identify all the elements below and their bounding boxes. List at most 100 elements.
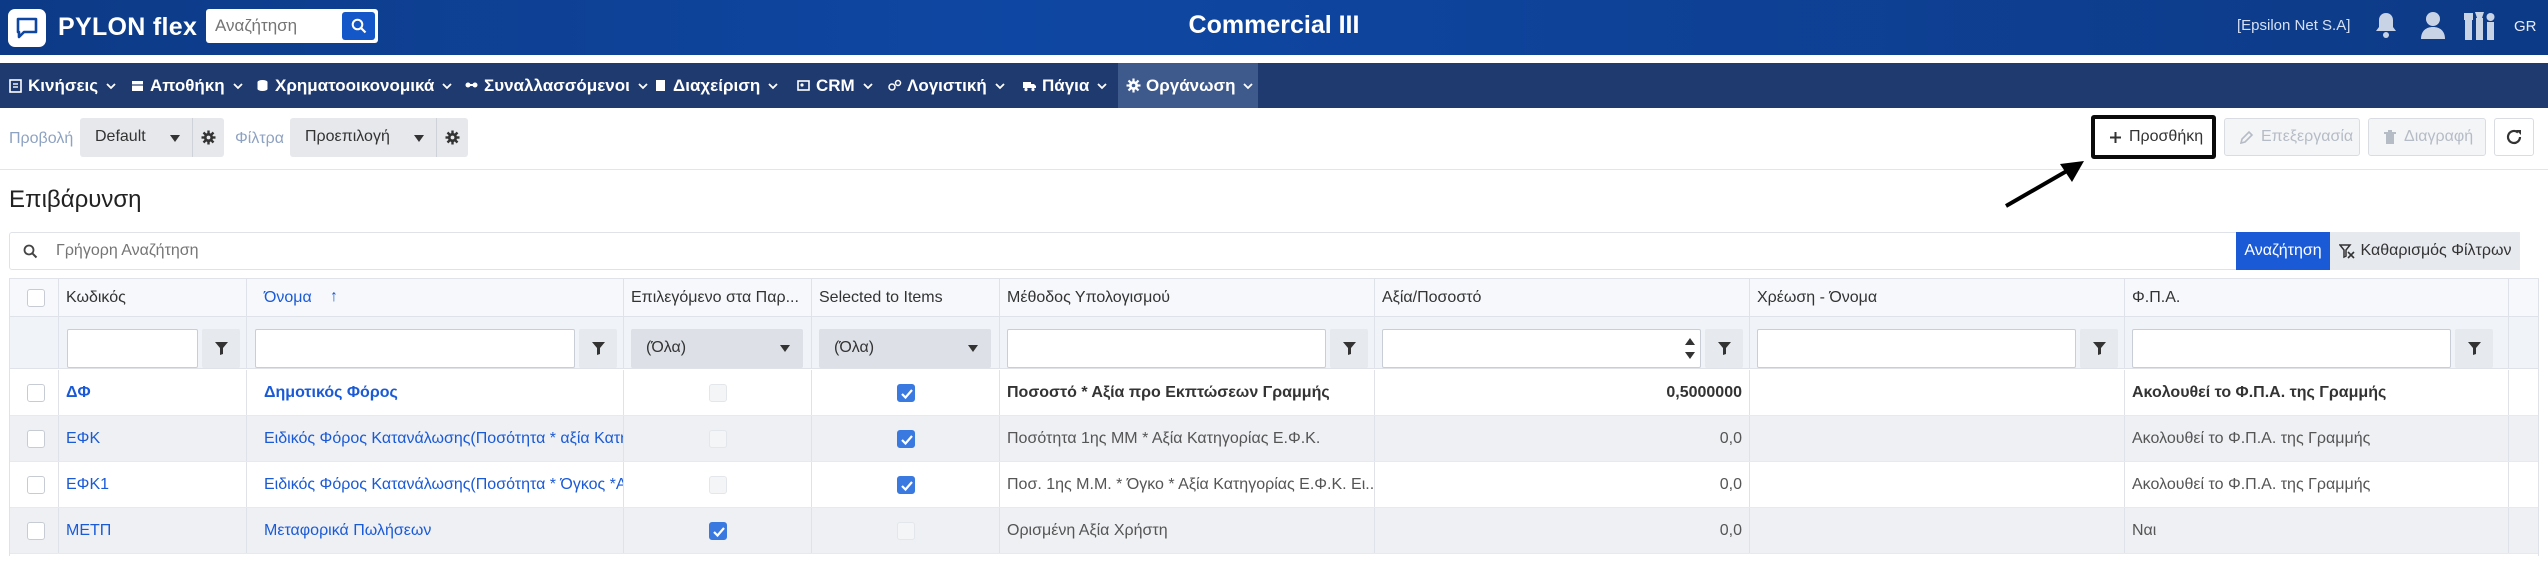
- edit-button[interactable]: Επεξεργασία: [2224, 118, 2360, 156]
- gear-icon: [1126, 78, 1141, 93]
- code-link[interactable]: ΔΦ: [66, 384, 91, 402]
- selected-docs-checkbox: [709, 430, 727, 448]
- value-spinner[interactable]: [1681, 329, 1698, 368]
- cell-value: 0,0: [1375, 462, 1750, 507]
- filter-code-button[interactable]: [202, 329, 240, 368]
- table-row[interactable]: ΕΦΚ1 Ειδικός Φόρος Κατανάλωσης(Ποσότητα …: [10, 462, 2538, 508]
- filter-selected-items-select[interactable]: (Όλα): [819, 329, 991, 368]
- cell-selected-docs: [624, 462, 812, 507]
- header-method[interactable]: Μέθοδος Υπολογισμού: [1000, 279, 1375, 316]
- code-link[interactable]: ΕΦΚ1: [66, 476, 109, 494]
- menu-item-pagia[interactable]: Πάγια: [1022, 63, 1107, 108]
- header-selected-docs[interactable]: Επιλεγόμενο στα Παρ...: [624, 279, 812, 316]
- menu-item-chrimatooikonomika[interactable]: Χρηματοοικονομικά: [255, 63, 452, 108]
- view-settings-button[interactable]: [192, 118, 224, 157]
- clear-filters-button[interactable]: Καθαρισμός Φίλτρων: [2330, 232, 2520, 270]
- bell-icon[interactable]: [2374, 10, 2398, 45]
- filter-icon: [1342, 342, 1356, 355]
- vat-text: Ακολουθεί το Φ.Π.Α. της Γραμμής: [2132, 476, 2371, 493]
- row-checkbox[interactable]: [27, 384, 45, 402]
- header-code[interactable]: Κωδικός: [59, 279, 247, 316]
- select-all-checkbox[interactable]: [27, 289, 45, 307]
- app-title: Commercial III: [1188, 11, 1360, 39]
- filter-select-value: (Όλα): [834, 339, 875, 356]
- filter-value-button[interactable]: [1705, 329, 1743, 368]
- row-checkbox[interactable]: [27, 522, 45, 540]
- tools-icon[interactable]: [2462, 10, 2498, 47]
- table-row[interactable]: ΕΦΚ Ειδικός Φόρος Κατανάλωσης(Ποσότητα *…: [10, 416, 2538, 462]
- menu-item-label: CRM: [816, 75, 855, 95]
- code-link[interactable]: ΜΕΤΠ: [66, 522, 111, 540]
- row-checkbox[interactable]: [27, 476, 45, 494]
- refresh-button[interactable]: [2494, 118, 2534, 156]
- filter-vat-input[interactable]: [2132, 329, 2451, 368]
- add-button[interactable]: Προσθήκη: [2091, 115, 2216, 159]
- filter-code-input[interactable]: [67, 329, 198, 368]
- data-grid: Κωδικός Όνομα ↑ Επιλεγόμενο στα Παρ... S…: [9, 278, 2539, 556]
- filter-value-input[interactable]: [1382, 329, 1701, 368]
- menu-item-apothiki[interactable]: Αποθήκη: [130, 63, 243, 108]
- user-icon[interactable]: [2420, 10, 2446, 45]
- header-value[interactable]: Αξία/Ποσοστό: [1375, 279, 1750, 316]
- brand-name: PYLON flex: [58, 13, 198, 41]
- page-title: Επιβάρυνση: [9, 186, 142, 213]
- moves-icon: [9, 79, 22, 93]
- check-icon: [713, 527, 725, 538]
- language-switch[interactable]: GR: [2514, 18, 2537, 35]
- chevron-down-icon: [233, 82, 243, 89]
- filter-icon: [214, 342, 228, 355]
- menu-item-label: Πάγια: [1042, 75, 1090, 95]
- quick-search-button[interactable]: Αναζήτηση: [2236, 232, 2330, 270]
- header-selected-items[interactable]: Selected to Items: [812, 279, 1000, 316]
- filter-settings-button[interactable]: [436, 118, 468, 157]
- menu-item-kiniseis[interactable]: Κινήσεις: [8, 63, 116, 108]
- caret-down-icon: [780, 345, 790, 352]
- menu-item-diacheirisi[interactable]: Διαχείριση: [653, 63, 778, 108]
- filter-name-button[interactable]: [579, 329, 617, 368]
- header-name[interactable]: Όνομα ↑: [247, 279, 624, 316]
- filter-select[interactable]: Προεπιλογή: [290, 118, 468, 157]
- cell-value: 0,5000000: [1375, 370, 1750, 415]
- cell-selected-docs: [624, 416, 812, 461]
- cell-code: ΕΦΚ: [59, 416, 247, 461]
- filter-icon: [2092, 342, 2106, 355]
- table-row[interactable]: ΔΦ Δημοτικός Φόρος Ποσοστό * Αξία προ Εκ…: [10, 370, 2538, 416]
- name-link[interactable]: Ειδικός Φόρος Κατανάλωσης(Ποσότητα * Όγκ…: [264, 476, 623, 494]
- filter-method-button[interactable]: [1330, 329, 1368, 368]
- cell-charge-name: [1750, 508, 2125, 553]
- row-checkbox[interactable]: [27, 430, 45, 448]
- filter-name-input[interactable]: [255, 329, 575, 368]
- filter-vat-button[interactable]: [2455, 329, 2493, 368]
- view-select[interactable]: Default: [80, 118, 224, 157]
- cell-selected-items: [812, 462, 1000, 507]
- method-text: Ποσ. 1ης Μ.Μ. * Όγκο * Αξία Κατηγορίας Ε…: [1007, 476, 1375, 493]
- header-vat[interactable]: Φ.Π.Α.: [2125, 279, 2509, 316]
- delete-button[interactable]: Διαγραφή: [2368, 118, 2486, 156]
- filter-cell-code: [59, 317, 247, 368]
- header-charge-name[interactable]: Χρέωση - Όνομα: [1750, 279, 2125, 316]
- global-search-input[interactable]: [206, 9, 338, 43]
- cell-value: 0,0: [1375, 508, 1750, 553]
- filter-cell-method: [1000, 317, 1375, 368]
- caret-down-icon: [414, 135, 424, 142]
- selected-docs-checkbox: [709, 384, 727, 402]
- quick-search-input[interactable]: [56, 233, 2156, 269]
- spin-up-icon: [1684, 338, 1695, 346]
- pylon-logo-icon[interactable]: [8, 9, 46, 47]
- check-icon: [901, 481, 913, 492]
- filter-charge-name-button[interactable]: [2080, 329, 2118, 368]
- table-row[interactable]: ΜΕΤΠ Μεταφορικά Πωλήσεων Ορισμένη Αξία Χ…: [10, 508, 2538, 554]
- menu-item-synallassomenoi[interactable]: Συναλλασσόμενοι: [464, 63, 648, 108]
- name-link[interactable]: Δημοτικός Φόρος: [264, 384, 398, 402]
- filter-selected-docs-select[interactable]: (Όλα): [631, 329, 803, 368]
- menu-item-organosi[interactable]: Οργάνωση: [1118, 63, 1258, 108]
- menu-item-logistiki[interactable]: Λογιστική: [887, 63, 1005, 108]
- name-link[interactable]: Μεταφορικά Πωλήσεων: [264, 522, 431, 540]
- global-search-button[interactable]: [342, 12, 375, 40]
- filter-method-input[interactable]: [1007, 329, 1326, 368]
- code-link[interactable]: ΕΦΚ: [66, 430, 100, 448]
- name-link[interactable]: Ειδικός Φόρος Κατανάλωσης(Ποσότητα * αξί…: [264, 430, 623, 448]
- management-icon: [656, 80, 665, 91]
- filter-charge-name-input[interactable]: [1757, 329, 2076, 368]
- menu-item-crm[interactable]: CRM: [796, 63, 873, 108]
